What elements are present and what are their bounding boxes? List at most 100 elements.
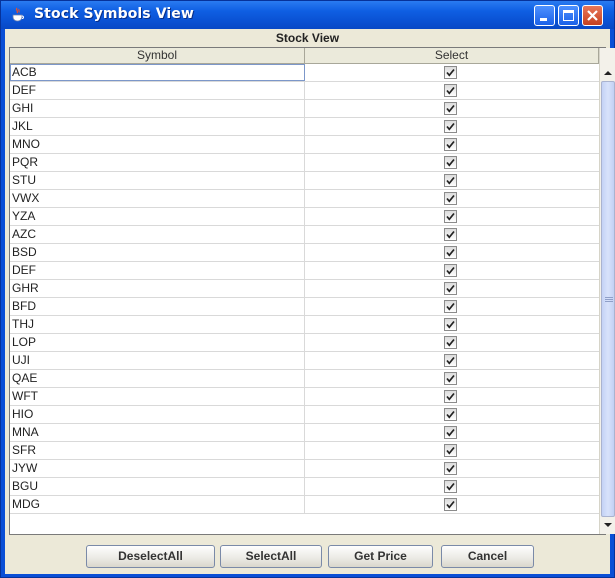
symbol-cell[interactable]: GHI [10,100,305,117]
symbol-cell[interactable]: QAE [10,370,305,387]
select-checkbox[interactable] [444,372,457,385]
close-button[interactable] [582,5,603,26]
table-row[interactable]: SFR [10,442,599,460]
deselect-all-button[interactable]: DeselectAll [86,545,215,568]
symbol-cell[interactable]: HIO [10,406,305,423]
select-checkbox[interactable] [444,84,457,97]
title-bar[interactable]: Stock Symbols View [1,1,614,29]
table-row[interactable]: JKL [10,118,599,136]
select-checkbox[interactable] [444,426,457,439]
table-row[interactable]: HIO [10,406,599,424]
symbol-cell[interactable]: JKL [10,118,305,135]
table-row[interactable]: YZA [10,208,599,226]
get-price-button[interactable]: Get Price [328,545,433,568]
select-cell [305,226,599,243]
select-cell [305,352,599,369]
symbol-cell[interactable]: MDG [10,496,305,513]
select-checkbox[interactable] [444,66,457,79]
table-row[interactable]: WFT [10,388,599,406]
table-row[interactable]: DEF [10,82,599,100]
table-row[interactable]: UJI [10,352,599,370]
symbol-cell[interactable]: YZA [10,208,305,225]
scroll-thumb[interactable] [601,81,615,517]
symbol-cell[interactable]: VWX [10,190,305,207]
checkmark-icon [446,410,455,419]
symbol-cell[interactable]: BGU [10,478,305,495]
table-row[interactable]: BFD [10,298,599,316]
table-row[interactable]: ACB [10,64,599,82]
select-checkbox[interactable] [444,138,457,151]
symbol-cell[interactable]: MNA [10,424,305,441]
table-row[interactable]: STU [10,172,599,190]
select-all-button[interactable]: SelectAll [220,545,322,568]
checkmark-icon [446,338,455,347]
select-checkbox[interactable] [444,174,457,187]
table-row[interactable]: PQR [10,154,599,172]
symbol-cell[interactable]: AZC [10,226,305,243]
scroll-up-button[interactable] [600,64,615,81]
table-row[interactable]: AZC [10,226,599,244]
table-row[interactable]: THJ [10,316,599,334]
symbol-cell[interactable]: ACB [10,64,305,81]
select-checkbox[interactable] [444,156,457,169]
symbol-cell[interactable]: WFT [10,388,305,405]
select-checkbox[interactable] [444,192,457,205]
checkmark-icon [446,176,455,185]
select-cell [305,280,599,297]
select-checkbox[interactable] [444,462,457,475]
select-checkbox[interactable] [444,408,457,421]
cancel-button[interactable]: Cancel [441,545,534,568]
table-row[interactable]: BSD [10,244,599,262]
select-checkbox[interactable] [444,354,457,367]
column-header-select[interactable]: Select [305,48,599,64]
select-checkbox[interactable] [444,480,457,493]
checkmark-icon [446,392,455,401]
select-checkbox[interactable] [444,498,457,511]
symbol-cell[interactable]: THJ [10,316,305,333]
symbol-cell[interactable]: GHR [10,280,305,297]
table-row[interactable]: LOP [10,334,599,352]
symbol-cell[interactable]: SFR [10,442,305,459]
minimize-button[interactable] [534,5,555,26]
select-checkbox[interactable] [444,318,457,331]
table-row[interactable]: JYW [10,460,599,478]
select-cell [305,298,599,315]
table-row[interactable]: GHI [10,100,599,118]
select-checkbox[interactable] [444,300,457,313]
symbol-cell[interactable]: PQR [10,154,305,171]
table-row[interactable]: GHR [10,280,599,298]
symbol-cell[interactable]: DEF [10,82,305,99]
table-row[interactable]: MNA [10,424,599,442]
symbol-cell[interactable]: STU [10,172,305,189]
select-checkbox[interactable] [444,102,457,115]
symbol-cell[interactable]: BSD [10,244,305,261]
column-header-symbol[interactable]: Symbol [10,48,305,64]
scroll-down-button[interactable] [600,517,615,534]
maximize-button[interactable] [558,5,579,26]
select-checkbox[interactable] [444,336,457,349]
select-checkbox[interactable] [444,210,457,223]
table-row[interactable]: MNO [10,136,599,154]
table-row[interactable]: VWX [10,190,599,208]
select-checkbox[interactable] [444,120,457,133]
symbol-cell[interactable]: UJI [10,352,305,369]
vertical-scrollbar[interactable] [599,48,615,534]
symbol-cell[interactable]: BFD [10,298,305,315]
symbol-cell[interactable]: JYW [10,460,305,477]
select-checkbox[interactable] [444,246,457,259]
table-row[interactable]: MDG [10,496,599,514]
table-row[interactable]: BGU [10,478,599,496]
select-checkbox[interactable] [444,390,457,403]
checkmark-icon [446,104,455,113]
symbol-cell[interactable]: MNO [10,136,305,153]
select-checkbox[interactable] [444,444,457,457]
select-checkbox[interactable] [444,282,457,295]
table-row[interactable]: QAE [10,370,599,388]
checkmark-icon [446,140,455,149]
checkmark-icon [446,500,455,509]
symbol-cell[interactable]: DEF [10,262,305,279]
select-checkbox[interactable] [444,264,457,277]
select-checkbox[interactable] [444,228,457,241]
table-row[interactable]: DEF [10,262,599,280]
symbol-cell[interactable]: LOP [10,334,305,351]
